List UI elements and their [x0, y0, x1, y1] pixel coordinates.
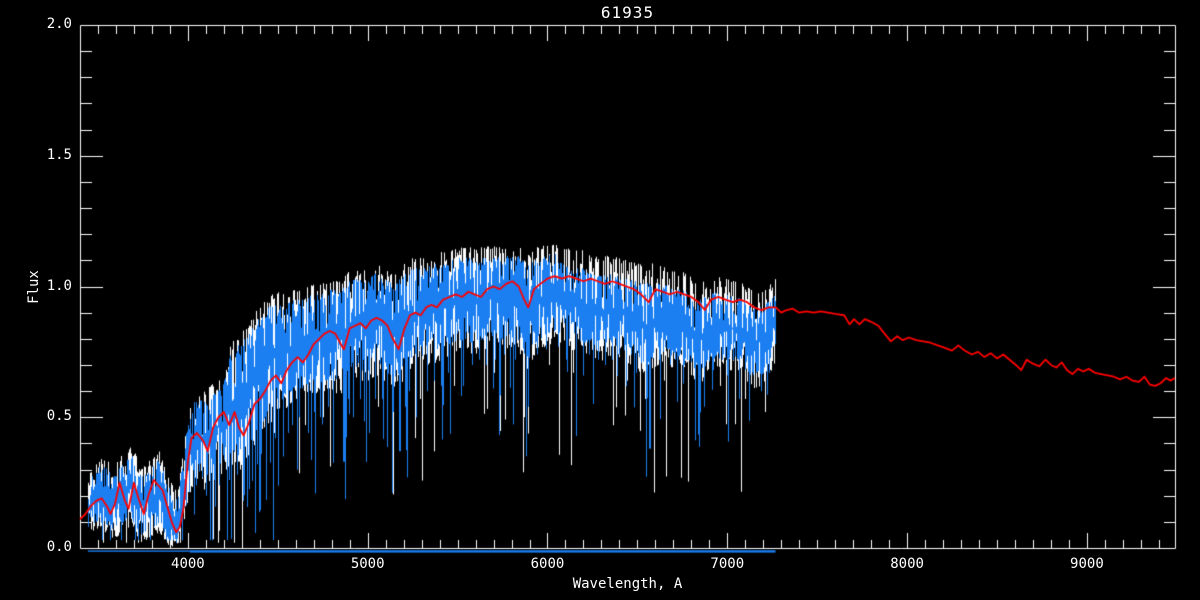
spectrum-plot-canvas — [0, 0, 1200, 600]
x-tick-label: 5000 — [350, 556, 385, 572]
x-tick-label: 7000 — [710, 556, 745, 572]
y-tick-label: 1.5 — [46, 146, 72, 163]
x-tick-label: 9000 — [1070, 556, 1104, 572]
x-tick-label: 8000 — [890, 556, 924, 572]
y-tick-label: 0.0 — [46, 539, 72, 555]
x-tick-label: 6000 — [530, 556, 565, 572]
x-tick-label: 4000 — [171, 556, 205, 572]
y-tick-label: 0.5 — [46, 408, 72, 425]
y-tick-label: 1.0 — [46, 277, 72, 294]
chart-title: 61935 — [600, 3, 655, 22]
y-tick-label: 2.0 — [46, 16, 72, 32]
spectrum-chart: 61935 Wavelength, A Flux 4000 5000 6000 700… — [0, 0, 1200, 600]
x-axis-label: Wavelength, A — [572, 576, 683, 592]
